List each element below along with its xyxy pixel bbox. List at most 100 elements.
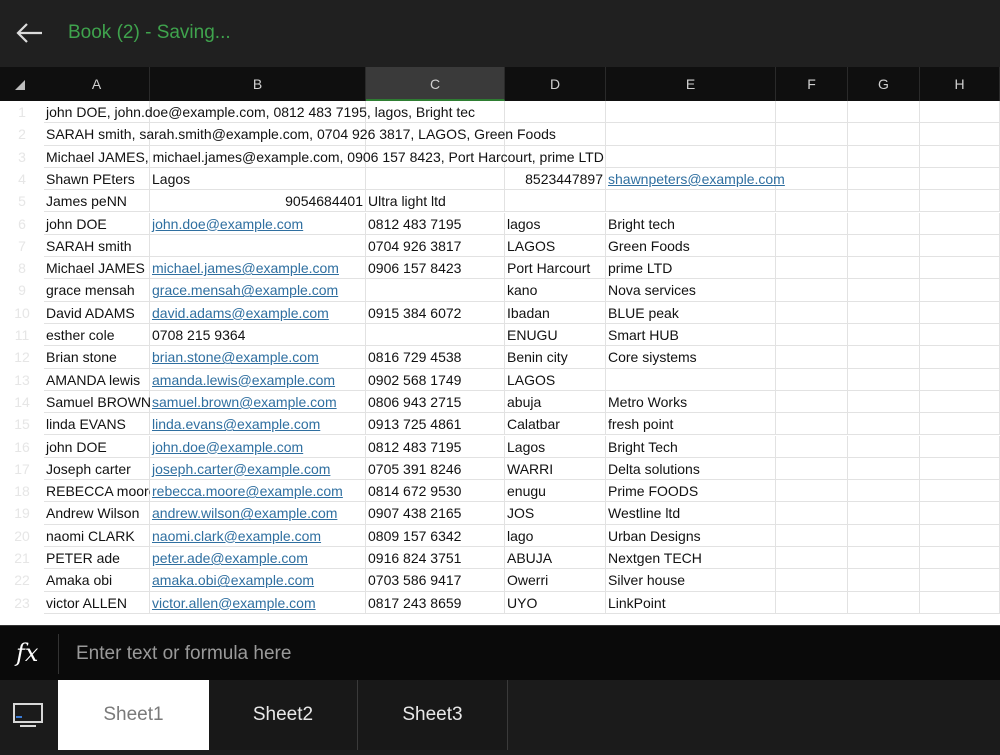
column-header-e[interactable]: E — [606, 67, 776, 101]
empty-cell[interactable] — [848, 591, 920, 614]
data-cell[interactable]: linda EVANS — [44, 413, 150, 436]
column-header-f[interactable]: F — [776, 67, 848, 101]
row-header[interactable]: 13 — [0, 369, 44, 391]
row-header[interactable]: 21 — [0, 547, 44, 569]
column-header-b[interactable]: B — [150, 67, 366, 101]
email-link-cell[interactable]: david.adams@example.com — [150, 302, 366, 324]
column-header-c[interactable]: C — [366, 67, 505, 101]
email-link-cell[interactable]: andrew.wilson@example.com — [150, 502, 366, 525]
data-cell[interactable]: Nova services — [606, 279, 776, 302]
empty-cell[interactable] — [848, 279, 920, 302]
row-header[interactable]: 14 — [0, 391, 44, 413]
empty-cell[interactable] — [848, 324, 920, 347]
data-cell[interactable]: Nextgen TECH — [606, 547, 776, 570]
email-link-cell[interactable]: grace.mensah@example.com — [150, 279, 366, 302]
data-cell[interactable]: Samuel BROWN — [44, 391, 150, 414]
data-cell[interactable]: Green Foods — [606, 235, 776, 258]
email-link-cell[interactable]: brian.stone@example.com — [150, 346, 366, 369]
empty-cell[interactable] — [920, 390, 1000, 414]
empty-cell[interactable] — [776, 279, 848, 302]
empty-cell[interactable] — [848, 547, 920, 570]
data-cell[interactable]: LAGOS — [505, 235, 606, 258]
empty-cell[interactable] — [776, 190, 848, 213]
data-cell[interactable]: Ultra light ltd — [366, 190, 505, 213]
empty-cell[interactable] — [776, 324, 848, 347]
data-cell[interactable]: 0809 157 6342 — [366, 525, 505, 547]
data-cell[interactable]: Prime FOODS — [606, 480, 776, 503]
empty-cell[interactable] — [920, 257, 1000, 280]
empty-cell[interactable] — [920, 101, 1000, 124]
column-header-g[interactable]: G — [848, 67, 920, 101]
data-cell[interactable]: Port Harcourt — [505, 257, 606, 280]
data-cell[interactable]: SARAH smith — [44, 235, 150, 258]
row-header[interactable]: 16 — [0, 436, 44, 458]
spreadsheet-grid[interactable]: ABCDEFGH 1 2 3 4 5 6 7 8 9 10 11 12 13 14 15 16 17 18 19 20… — [0, 67, 1000, 625]
data-cell[interactable]: Silver house — [606, 569, 776, 592]
data-cell[interactable]: Brian stone — [44, 346, 150, 369]
data-cell[interactable]: naomi CLARK — [44, 525, 150, 547]
back-button[interactable] — [14, 18, 46, 48]
empty-cell[interactable] — [776, 145, 848, 168]
empty-cell[interactable] — [366, 324, 505, 347]
data-cell[interactable]: LAGOS — [505, 369, 606, 391]
data-cell[interactable]: john DOE — [44, 436, 150, 458]
column-header-h[interactable]: H — [920, 67, 1000, 101]
empty-cell[interactable] — [920, 569, 1000, 592]
row-header[interactable]: 6 — [0, 213, 44, 235]
empty-cell[interactable] — [920, 145, 1000, 168]
data-cell[interactable]: 0812 483 7195 — [366, 436, 505, 458]
empty-cell[interactable] — [776, 212, 848, 235]
empty-cell[interactable] — [366, 279, 505, 302]
data-cell[interactable]: 0812 483 7195 — [366, 213, 505, 235]
email-link-cell[interactable]: linda.evans@example.com — [150, 413, 366, 436]
empty-cell[interactable] — [920, 457, 1000, 481]
row-header[interactable]: 3 — [0, 146, 44, 168]
data-cell[interactable]: Bright Tech — [606, 436, 776, 458]
data-cell[interactable]: Shawn PEters — [44, 168, 150, 191]
empty-cell[interactable] — [776, 569, 848, 592]
data-cell[interactable]: lagos — [505, 213, 606, 235]
row-header[interactable]: 1 — [0, 101, 44, 123]
empty-cell[interactable] — [848, 123, 920, 146]
empty-cell[interactable] — [920, 435, 1000, 458]
empty-cell[interactable] — [848, 435, 920, 458]
data-cell[interactable]: 0915 384 6072 — [366, 302, 505, 324]
tab-sheet3[interactable]: Sheet3 — [358, 680, 508, 750]
data-cell[interactable]: 0704 926 3817 — [366, 235, 505, 258]
empty-cell[interactable] — [848, 413, 920, 436]
empty-cell[interactable] — [848, 457, 920, 481]
empty-cell[interactable] — [776, 368, 848, 391]
select-all-corner[interactable] — [0, 67, 44, 101]
empty-cell[interactable] — [606, 190, 776, 213]
data-cell[interactable]: 0902 568 1749 — [366, 369, 505, 391]
data-cell[interactable]: ENUGU — [505, 324, 606, 347]
data-cell[interactable]: 8523447897 — [505, 168, 606, 191]
data-cell[interactable]: Lagos — [505, 436, 606, 458]
data-cell[interactable]: BLUE peak — [606, 302, 776, 324]
empty-cell[interactable] — [776, 502, 848, 525]
data-cell[interactable]: David ADAMS — [44, 302, 150, 324]
row-header[interactable]: 10 — [0, 302, 44, 324]
empty-cell[interactable] — [848, 368, 920, 391]
empty-cell[interactable] — [606, 123, 776, 146]
row-header[interactable]: 12 — [0, 346, 44, 368]
data-cell[interactable]: UYO — [505, 592, 606, 614]
data-cell[interactable]: john DOE — [44, 213, 150, 235]
empty-cell[interactable] — [920, 123, 1000, 146]
empty-cell[interactable] — [776, 524, 848, 547]
empty-cell[interactable] — [848, 145, 920, 168]
data-cell[interactable]: JOS — [505, 502, 606, 525]
data-cell[interactable]: Owerri — [505, 569, 606, 592]
tab-sheet2[interactable]: Sheet2 — [209, 680, 358, 750]
empty-cell[interactable] — [920, 346, 1000, 369]
row-header[interactable]: 9 — [0, 279, 44, 301]
data-cell[interactable]: SARAH smith, sarah.smith@example.com, 07… — [44, 123, 556, 146]
data-cell[interactable]: REBECCA moore — [44, 480, 150, 503]
data-cell[interactable]: PETER ade — [44, 547, 150, 570]
email-link-cell[interactable]: peter.ade@example.com — [150, 547, 366, 570]
data-cell[interactable]: victor ALLEN — [44, 592, 150, 614]
data-cell[interactable]: 0906 157 8423 — [366, 257, 505, 280]
data-cell[interactable]: Michael JAMES, michael.james@example.com… — [44, 146, 604, 168]
empty-cell[interactable] — [366, 167, 505, 191]
email-link-cell[interactable]: michael.james@example.com — [150, 257, 366, 280]
